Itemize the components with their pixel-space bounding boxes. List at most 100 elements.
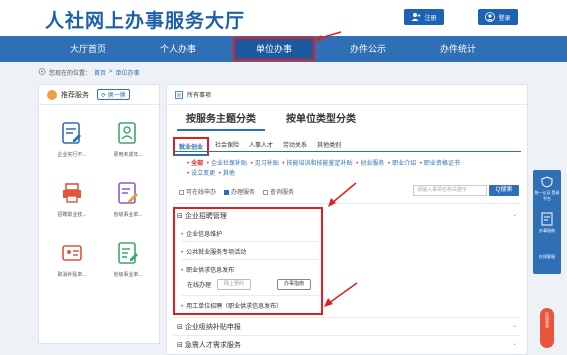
recommend-tile[interactable]: 省级事业单... — [103, 173, 153, 229]
auth-login-link[interactable]: 统一认证 登录平台 — [533, 190, 561, 202]
online-service-link[interactable]: 在线客服 — [533, 254, 561, 260]
tab-by-unit-type[interactable]: 按单位类型分类 — [277, 111, 365, 131]
subcategory-item[interactable]: 职业介绍 — [392, 161, 416, 167]
tile-label: 省级事业单... — [113, 272, 143, 278]
breadcrumb-current: 单位办事 — [115, 70, 140, 77]
category-tabs: 就业创业 社会保险 人事人才 劳动关系 其他类别 — [173, 137, 345, 156]
category-labor[interactable]: 劳动关系 — [279, 137, 311, 156]
service-item[interactable]: • 公共就业服务专项活动 — [181, 247, 246, 256]
section-subsidy[interactable]: ⊟ 企业吸纳补贴申报 — [177, 322, 241, 332]
divider — [181, 259, 319, 260]
subcategory-item[interactable]: 设立变更 — [191, 171, 215, 177]
search-input[interactable]: 请输入事项名称关键字 — [413, 185, 487, 196]
subcategory-item[interactable]: 技能培训和技能鉴定补贴 — [287, 161, 353, 167]
category-insurance[interactable]: 社会保险 — [211, 137, 243, 156]
folder-icon: ⊟ — [177, 342, 183, 349]
register-button[interactable]: 注册 — [404, 9, 444, 25]
nav-item-personal[interactable]: 个人办事 — [138, 36, 218, 62]
chevron-down-icon[interactable]: ⌄ — [512, 340, 517, 347]
divider — [173, 335, 521, 336]
nav-item-stats[interactable]: 办件统计 — [418, 36, 498, 62]
nav-item-public[interactable]: 办件公示 — [328, 36, 408, 62]
divider — [173, 317, 521, 318]
id-card-icon — [62, 245, 82, 261]
login-button[interactable]: 登录 — [478, 9, 518, 25]
search-button[interactable]: Q搜索 — [489, 185, 519, 196]
consult-button[interactable]: 在线咨询 — [540, 308, 554, 348]
category-employment[interactable]: 就业创业 — [173, 137, 210, 156]
divider — [181, 241, 319, 242]
tile-label: 企业实行不... — [57, 152, 87, 158]
service-item[interactable]: • 企业信息维护 — [181, 229, 222, 238]
site-logo[interactable]: 人社网上办事服务大厅 — [45, 6, 245, 33]
services-panel: 所有事项 按服务主题分类 按单位类型分类 就业创业 社会保险 人事人才 劳动关系… — [166, 84, 528, 355]
divider — [173, 203, 521, 204]
recommend-tile[interactable]: 企业实行不... — [47, 113, 97, 169]
write-doc-icon — [118, 242, 138, 264]
service-item-label: 职业供求信息发布 — [186, 268, 235, 274]
section-title: 企业吸纳补贴申报 — [184, 324, 241, 331]
location-pin-icon — [38, 68, 46, 75]
recommend-panel: 推荐服务 ⟳ 换一换 企业实行不... 录用未成年... 招聘职业技... 省级… — [38, 84, 160, 344]
section-recruitment[interactable]: ⊟ 企业招聘管理 — [177, 211, 227, 221]
recommend-tile[interactable]: 取消补贴单... — [47, 233, 97, 289]
service-item[interactable]: • 职业供求信息发布 — [181, 265, 234, 274]
person-doc-icon — [118, 122, 136, 144]
tile-label: 招聘职业技... — [57, 212, 87, 218]
subcategory-item[interactable]: 职业资格证书 — [424, 161, 460, 167]
consult-label: 在线咨询 — [545, 312, 550, 328]
filter-label: 可在线申办 — [186, 190, 217, 196]
subcategory-all[interactable]: 全部 — [191, 161, 203, 167]
section-talent-demand[interactable]: ⊟ 急需人才需求服务 — [177, 340, 241, 350]
user-add-icon — [411, 13, 421, 21]
guide-link[interactable]: 办事指南 — [533, 228, 561, 234]
recommend-tile[interactable]: 招聘职业技... — [47, 173, 97, 229]
printer-icon — [63, 183, 81, 203]
breadcrumb-home[interactable]: 首页 — [94, 68, 106, 77]
online-handle-label: 在线办理 — [187, 283, 212, 289]
shield-icon — [541, 176, 553, 188]
filter-online-checkbox[interactable]: 可在线申办 — [179, 187, 216, 196]
section-title: 企业招聘管理 — [184, 213, 227, 220]
service-item-label: 用工单位招聘（职业供求信息发布） — [186, 304, 283, 310]
form-edit-icon — [62, 122, 81, 144]
filter-options: 可在线申办 办理服务 查询服务 — [179, 187, 294, 196]
service-item-label: 公共就业服务专项活动 — [186, 250, 247, 256]
annotation-arrow — [324, 282, 358, 307]
subcategory-list: • 全部 • 企业社保补贴 • 见习补贴 • 技能培训和技能鉴定补贴 • 创业服务 • 职业… — [187, 161, 460, 177]
chevron-down-icon[interactable]: ⌄ — [512, 322, 517, 329]
main-nav: 大厅首页 个人办事 单位办事 办件公示 办件统计 — [0, 36, 567, 62]
online-reserve-button[interactable]: 网上预约 — [217, 279, 251, 290]
category-talent[interactable]: 人事人才 — [245, 137, 277, 156]
subcategory-item[interactable]: 创业服务 — [360, 161, 384, 167]
recommend-tile[interactable]: 省级事业单... — [103, 233, 153, 289]
tile-label: 录用未成年... — [113, 152, 143, 158]
list-icon — [175, 90, 183, 99]
register-label: 注册 — [424, 15, 437, 22]
highlight-box — [173, 207, 323, 315]
guide-button[interactable]: 办事指南 — [277, 279, 311, 290]
filter-handle-checkbox[interactable]: 办理服务 — [224, 187, 255, 196]
subcategory-item[interactable]: 其他 — [223, 171, 235, 177]
pencil-doc-icon — [118, 182, 138, 204]
tab-by-theme[interactable]: 按服务主题分类 — [177, 111, 265, 131]
swap-button[interactable]: ⟳ 换一换 — [97, 89, 130, 100]
avatar-icon — [47, 89, 57, 100]
folder-icon: ⊟ — [177, 213, 183, 220]
category-other[interactable]: 其他类别 — [313, 137, 345, 156]
subcategory-item[interactable]: 企业社保补贴 — [211, 161, 247, 167]
chevron-down-icon[interactable]: ⌄ — [512, 211, 517, 218]
user-icon — [485, 12, 496, 22]
filter-label: 查询服务 — [270, 190, 295, 196]
nav-item-home[interactable]: 大厅首页 — [48, 36, 128, 62]
recommend-tile[interactable]: 录用未成年... — [103, 113, 153, 169]
subcategory-item[interactable]: 见习补贴 — [255, 161, 279, 167]
nav-item-unit[interactable]: 单位办事 — [233, 37, 315, 61]
service-item[interactable]: • 用工单位招聘（职业供求信息发布） — [181, 301, 282, 310]
header: 人社网上办事服务大厅 注册 登录 — [0, 0, 567, 36]
tile-label: 省级事业单... — [113, 212, 143, 218]
filter-query-checkbox[interactable]: 查询服务 — [263, 187, 294, 196]
section-title: 急需人才需求服务 — [184, 342, 241, 349]
breadcrumb-prefix: 您现在的位置： — [49, 70, 92, 77]
login-label: 登录 — [498, 15, 511, 22]
